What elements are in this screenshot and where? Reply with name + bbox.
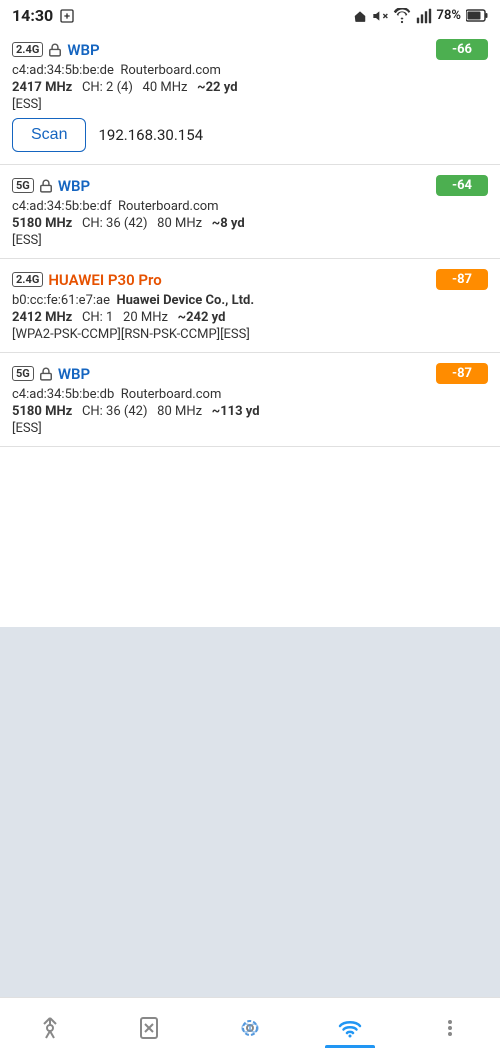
more-icon (434, 1012, 466, 1044)
log-icon (134, 1012, 166, 1044)
wifi-status-icon (393, 8, 411, 24)
network-title-row-3: 5G WBP (12, 365, 90, 383)
ssid-2[interactable]: HUAWEI P30 Pro (48, 271, 161, 289)
network-flags-2: [WPA2-PSK-CCMP][RSN-PSK-CCMP][ESS] (12, 327, 488, 342)
network-title-row-0: 2.4G WBP (12, 41, 100, 59)
nav-item-log[interactable] (100, 1008, 200, 1048)
vendor-0: Routerboard.com (120, 63, 221, 78)
antenna-icon (34, 1012, 66, 1044)
main-content: 2.4G WBP -66 c4:ad:34:5b:be:de Routerboa… (0, 29, 500, 627)
network-flags-1: [ESS] (12, 233, 488, 248)
network-flags-0: [ESS] (12, 97, 488, 112)
mac-vendor-1: c4:ad:34:5b:be:df Routerboard.com (12, 199, 488, 214)
signal-icon (416, 8, 432, 24)
vendor-1: Routerboard.com (118, 199, 219, 214)
network-details-3: 5180 MHz CH: 36 (42) 80 MHz ~113 yd (12, 404, 488, 419)
home-icon (353, 9, 367, 23)
nav-item-wifi[interactable] (300, 1008, 400, 1048)
network-card-1: 5G WBP -64 c4:ad:34:5b:be:df Routerboard… (0, 165, 500, 259)
lock-icon-0 (48, 43, 62, 57)
network-flags-3: [ESS] (12, 421, 488, 436)
ssid-1[interactable]: WBP (58, 177, 90, 195)
mac-vendor-3: c4:ad:34:5b:be:db Routerboard.com (12, 387, 488, 402)
mac-1: c4:ad:34:5b:be:df (12, 199, 112, 214)
scan-row-0: Scan 192.168.30.154 (12, 118, 488, 152)
vendor-3: Routerboard.com (121, 387, 222, 402)
mac-3: c4:ad:34:5b:be:db (12, 387, 114, 402)
ssid-3[interactable]: WBP (58, 365, 90, 383)
scan-button[interactable]: Scan (12, 118, 86, 152)
nav-item-tools[interactable] (200, 1008, 300, 1048)
band-badge-2: 2.4G (12, 272, 43, 287)
nav-item-antenna[interactable] (0, 1008, 100, 1048)
lock-icon-1 (39, 179, 53, 193)
nav-item-more[interactable] (400, 1008, 500, 1048)
network-card-2: 2.4G HUAWEI P30 Pro -87 b0:cc:fe:61:e7:a… (0, 259, 500, 353)
network-title-row-2: 2.4G HUAWEI P30 Pro (12, 271, 162, 289)
network-details-2: 2412 MHz CH: 1 20 MHz ~242 yd (12, 310, 488, 325)
tools-icon (234, 1012, 266, 1044)
bottom-nav (0, 997, 500, 1056)
mac-vendor-0: c4:ad:34:5b:be:de Routerboard.com (12, 63, 488, 78)
network-card-0: 2.4G WBP -66 c4:ad:34:5b:be:de Routerboa… (0, 29, 500, 165)
network-details-1: 5180 MHz CH: 36 (42) 80 MHz ~8 yd (12, 216, 488, 231)
status-time: 14:30 (12, 6, 53, 25)
band-badge-3: 5G (12, 366, 34, 381)
wifi-nav-icon (334, 1012, 366, 1044)
ssid-0[interactable]: WBP (67, 41, 99, 59)
battery-icon (466, 9, 488, 22)
network-card-3: 5G WBP -87 c4:ad:34:5b:be:db Routerboard… (0, 353, 500, 447)
network-title-row-1: 5G WBP (12, 177, 90, 195)
active-tab-indicator (325, 1045, 375, 1048)
signal-badge-1: -64 (436, 175, 488, 196)
signal-badge-3: -87 (436, 363, 488, 384)
vendor-2: Huawei Device Co., Ltd. (116, 293, 254, 308)
network-header-3: 5G WBP -87 (12, 363, 488, 384)
network-header-2: 2.4G HUAWEI P30 Pro -87 (12, 269, 488, 290)
mac-2: b0:cc:fe:61:e7:ae (12, 293, 110, 308)
status-right: 78% (353, 8, 488, 24)
band-badge-0: 2.4G (12, 42, 43, 57)
signal-badge-2: -87 (436, 269, 488, 290)
network-header-1: 5G WBP -64 (12, 175, 488, 196)
signal-badge-0: -66 (436, 39, 488, 60)
network-details-0: 2417 MHz CH: 2 (4) 40 MHz ~22 yd (12, 80, 488, 95)
empty-area (0, 627, 500, 997)
network-header-0: 2.4G WBP -66 (12, 39, 488, 60)
status-bar: 14:30 78% (0, 0, 500, 29)
ip-address-0: 192.168.30.154 (98, 126, 203, 144)
mac-0: c4:ad:34:5b:be:de (12, 63, 114, 78)
lock-icon-3 (39, 367, 53, 381)
nfc-icon (59, 8, 75, 24)
battery-percent: 78% (437, 8, 461, 23)
band-badge-1: 5G (12, 178, 34, 193)
mac-vendor-2: b0:cc:fe:61:e7:ae Huawei Device Co., Ltd… (12, 293, 488, 308)
status-left: 14:30 (12, 6, 75, 25)
mute-icon (372, 8, 388, 24)
